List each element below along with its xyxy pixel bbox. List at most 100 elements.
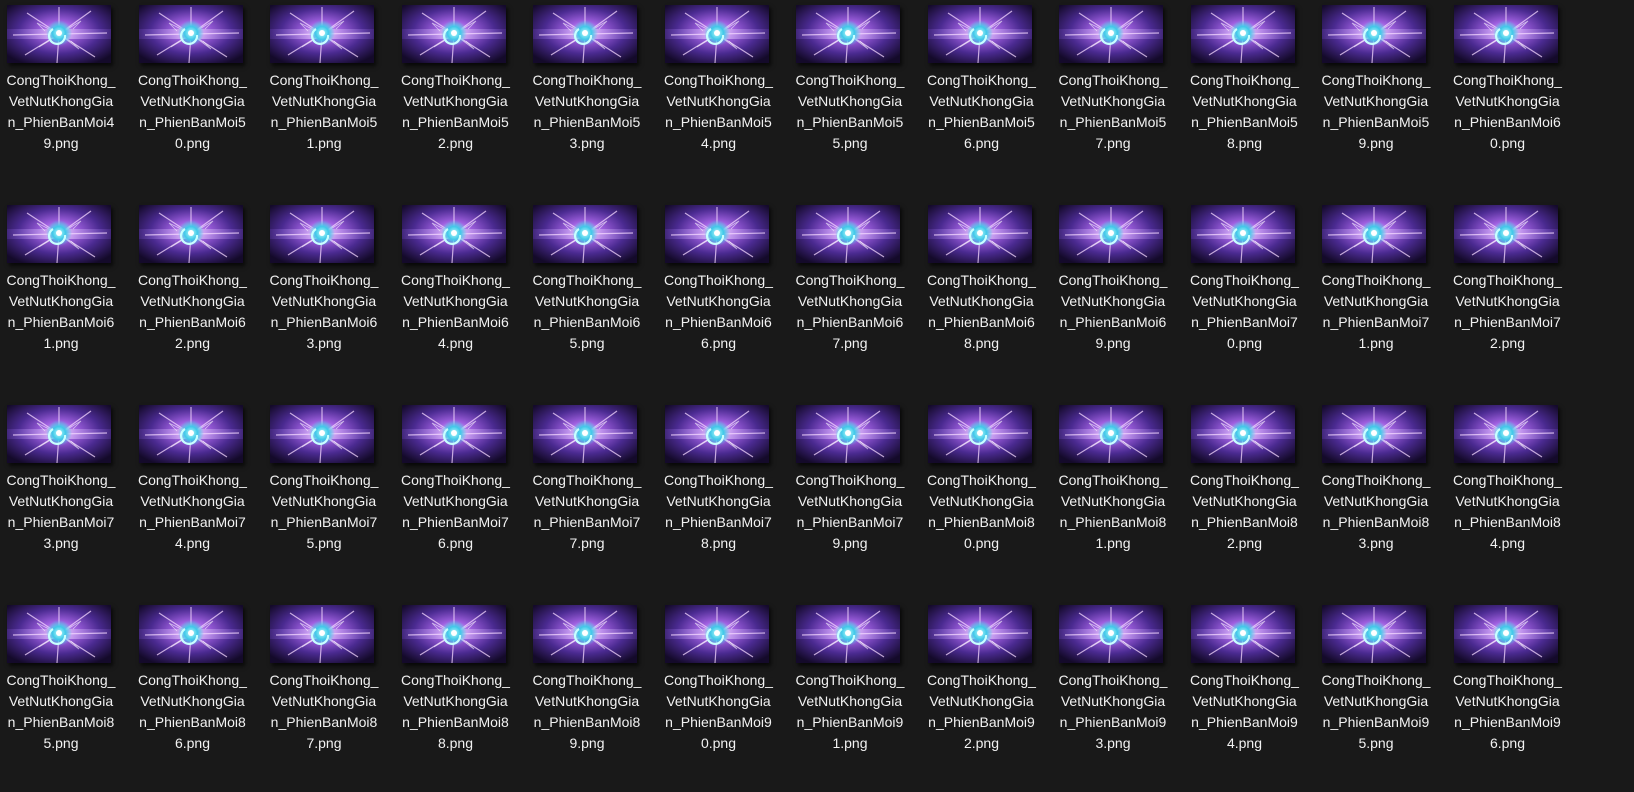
file-name-line: VetNutKhongGia	[1192, 693, 1297, 709]
file-name-line: n_PhienBanMoi7	[1454, 314, 1561, 330]
file-name-line: VetNutKhongGia	[666, 493, 771, 509]
file-item[interactable]: CongThoiKhong_ VetNutKhongGia n_PhienBanMo…	[0, 600, 130, 780]
file-item[interactable]: CongThoiKhong_ VetNutKhongGia n_PhienBanMo…	[395, 0, 525, 180]
file-item[interactable]: CongThoiKhong_ VetNutKhongGia n_PhienBanMo…	[789, 600, 919, 780]
file-name-line: CongThoiKhong_	[401, 672, 510, 688]
file-name-line: n_PhienBanMoi6	[533, 314, 641, 330]
file-name-line: CongThoiKhong_	[269, 672, 379, 688]
file-item[interactable]: CongThoiKhong_ VetNutKhongGia n_PhienBanMo…	[132, 200, 262, 380]
file-name-line: n_PhienBanMoi5	[270, 114, 378, 130]
file-item[interactable]: CongThoiKhong_ VetNutKhongGia n_PhienBanMo…	[789, 400, 919, 580]
file-item[interactable]: CongThoiKhong_ VetNutKhongGia n_PhienBanMo…	[526, 0, 656, 180]
file-name-line: VetNutKhongGia	[666, 293, 771, 309]
file-item[interactable]: CongThoiKhong_ VetNutKhongGia n_PhienBanMo…	[526, 200, 656, 380]
image-thumbnail-icon	[533, 5, 637, 63]
file-name-label: CongThoiKhong_ VetNutKhongGia n_PhienBanMo…	[132, 670, 254, 754]
file-item[interactable]: CongThoiKhong_ VetNutKhongGia n_PhienBanMo…	[263, 600, 393, 780]
file-name-line: CongThoiKhong_	[664, 72, 773, 88]
file-item[interactable]: CongThoiKhong_ VetNutKhongGia n_PhienBanMo…	[789, 0, 919, 180]
file-name-label: CongThoiKhong_ VetNutKhongGia n_PhienBanMo…	[658, 470, 780, 554]
file-item[interactable]: CongThoiKhong_ VetNutKhongGia n_PhienBanMo…	[789, 200, 919, 380]
file-item[interactable]: CongThoiKhong_ VetNutKhongGia n_PhienBanMo…	[132, 600, 262, 780]
file-item[interactable]: CongThoiKhong_ VetNutKhongGia n_PhienBanMo…	[1184, 0, 1314, 180]
file-item[interactable]: CongThoiKhong_ VetNutKhongGia n_PhienBanMo…	[526, 600, 656, 780]
file-item[interactable]: CongThoiKhong_ VetNutKhongGia n_PhienBanMo…	[1184, 200, 1314, 380]
file-name-line: CongThoiKhong_	[1453, 472, 1562, 488]
file-item[interactable]: CongThoiKhong_ VetNutKhongGia n_PhienBanMo…	[658, 200, 788, 380]
file-item[interactable]: CongThoiKhong_ VetNutKhongGia n_PhienBanMo…	[395, 200, 525, 380]
file-name-line: 9.png	[569, 735, 605, 751]
file-item[interactable]: CongThoiKhong_ VetNutKhongGia n_PhienBanMo…	[1315, 200, 1445, 380]
file-item[interactable]: CongThoiKhong_ VetNutKhongGia n_PhienBanMo…	[395, 600, 525, 780]
file-name-label: CongThoiKhong_ VetNutKhongGia n_PhienBanMo…	[921, 470, 1043, 554]
file-name-line: VetNutKhongGia	[8, 493, 114, 509]
file-item[interactable]: CongThoiKhong_ VetNutKhongGia n_PhienBanMo…	[1447, 0, 1577, 180]
image-thumbnail-icon	[796, 205, 900, 263]
file-name-line: n_PhienBanMoi5	[1322, 114, 1430, 130]
file-name-line: CongThoiKhong_	[269, 472, 379, 488]
file-name-line: 9.png	[43, 135, 79, 151]
file-item[interactable]: CongThoiKhong_ VetNutKhongGia n_PhienBanMo…	[0, 0, 130, 180]
file-name-line: n_PhienBanMoi8	[270, 714, 378, 730]
file-item[interactable]: CongThoiKhong_ VetNutKhongGia n_PhienBanMo…	[1447, 200, 1577, 380]
image-thumbnail-icon	[401, 5, 506, 63]
file-item[interactable]: CongThoiKhong_ VetNutKhongGia n_PhienBanMo…	[263, 0, 393, 180]
file-name-label: CongThoiKhong_ VetNutKhongGia n_PhienBanMo…	[1052, 670, 1174, 754]
file-name-label: CongThoiKhong_ VetNutKhongGia n_PhienBanMo…	[1315, 670, 1437, 754]
file-name-line: n_PhienBanMoi8	[928, 514, 1035, 530]
file-name-line: 7.png	[1095, 135, 1131, 151]
file-item[interactable]: CongThoiKhong_ VetNutKhongGia n_PhienBanMo…	[658, 0, 788, 180]
file-item[interactable]: CongThoiKhong_ VetNutKhongGia n_PhienBanMo…	[921, 0, 1051, 180]
file-name-line: n_PhienBanMoi7	[1191, 314, 1298, 330]
file-name-label: CongThoiKhong_ VetNutKhongGia n_PhienBanMo…	[789, 470, 911, 554]
file-item[interactable]: CongThoiKhong_ VetNutKhongGia n_PhienBanMo…	[658, 400, 788, 580]
file-item[interactable]: CongThoiKhong_ VetNutKhongGia n_PhienBanMo…	[132, 400, 262, 580]
file-name-label: CongThoiKhong_ VetNutKhongGia n_PhienBanMo…	[526, 270, 648, 354]
file-name-line: CongThoiKhong_	[1190, 72, 1299, 88]
file-name-label: CongThoiKhong_ VetNutKhongGia n_PhienBanMo…	[1315, 470, 1437, 554]
file-name-line: 9.png	[1095, 335, 1131, 351]
file-name-line: VetNutKhongGia	[1192, 493, 1297, 509]
file-name-line: VetNutKhongGia	[140, 293, 245, 309]
image-thumbnail-icon	[1453, 605, 1558, 663]
file-item[interactable]: CongThoiKhong_ VetNutKhongGia n_PhienBanMo…	[921, 600, 1051, 780]
file-name-line: 2.png	[437, 135, 474, 151]
image-thumbnail-icon	[270, 605, 374, 663]
file-item[interactable]: CongThoiKhong_ VetNutKhongGia n_PhienBanMo…	[921, 400, 1051, 580]
file-name-line: CongThoiKhong_	[1058, 672, 1168, 688]
file-item[interactable]: CongThoiKhong_ VetNutKhongGia n_PhienBanMo…	[1052, 600, 1182, 780]
file-name-label: CongThoiKhong_ VetNutKhongGia n_PhienBanMo…	[526, 70, 648, 154]
file-name-line: 8.png	[1226, 135, 1263, 151]
file-item[interactable]: CongThoiKhong_ VetNutKhongGia n_PhienBanMo…	[263, 400, 393, 580]
file-item[interactable]: CongThoiKhong_ VetNutKhongGia n_PhienBanMo…	[0, 400, 130, 580]
file-name-line: 1.png	[1358, 335, 1394, 351]
file-item[interactable]: CongThoiKhong_ VetNutKhongGia n_PhienBanMo…	[0, 200, 130, 380]
file-item[interactable]: CongThoiKhong_ VetNutKhongGia n_PhienBanMo…	[1052, 400, 1182, 580]
file-name-label: CongThoiKhong_ VetNutKhongGia n_PhienBanMo…	[658, 70, 780, 154]
file-item[interactable]: CongThoiKhong_ VetNutKhongGia n_PhienBanMo…	[1315, 600, 1445, 780]
file-name-line: CongThoiKhong_	[927, 72, 1036, 88]
file-name-line: 3.png	[43, 535, 79, 551]
file-item[interactable]: CongThoiKhong_ VetNutKhongGia n_PhienBanMo…	[1315, 0, 1445, 180]
file-item[interactable]: CongThoiKhong_ VetNutKhongGia n_PhienBanMo…	[658, 600, 788, 780]
file-item[interactable]: CongThoiKhong_ VetNutKhongGia n_PhienBanMo…	[1052, 0, 1182, 180]
file-item[interactable]: CongThoiKhong_ VetNutKhongGia n_PhienBanMo…	[395, 400, 525, 580]
file-name-line: VetNutKhongGia	[534, 493, 640, 509]
file-item[interactable]: CongThoiKhong_ VetNutKhongGia n_PhienBanMo…	[1447, 400, 1577, 580]
file-name-line: n_PhienBanMoi8	[7, 714, 115, 730]
file-item[interactable]: CongThoiKhong_ VetNutKhongGia n_PhienBanMo…	[263, 200, 393, 380]
file-item[interactable]: CongThoiKhong_ VetNutKhongGia n_PhienBanMo…	[1184, 400, 1314, 580]
file-name-line: 4.png	[1226, 735, 1263, 751]
file-item[interactable]: CongThoiKhong_ VetNutKhongGia n_PhienBanMo…	[526, 400, 656, 580]
file-item[interactable]: CongThoiKhong_ VetNutKhongGia n_PhienBanMo…	[1184, 600, 1314, 780]
file-item[interactable]: CongThoiKhong_ VetNutKhongGia n_PhienBanMo…	[1447, 600, 1577, 780]
file-name-label: CongThoiKhong_ VetNutKhongGia n_PhienBanMo…	[789, 670, 911, 754]
file-item[interactable]: CongThoiKhong_ VetNutKhongGia n_PhienBanMo…	[921, 200, 1051, 380]
image-thumbnail-icon	[401, 405, 506, 463]
file-name-line: CongThoiKhong_	[532, 72, 642, 88]
file-item[interactable]: CongThoiKhong_ VetNutKhongGia n_PhienBanMo…	[1052, 200, 1182, 380]
file-item[interactable]: CongThoiKhong_ VetNutKhongGia n_PhienBanMo…	[132, 0, 262, 180]
file-name-label: CongThoiKhong_ VetNutKhongGia n_PhienBanMo…	[0, 670, 122, 754]
file-item[interactable]: CongThoiKhong_ VetNutKhongGia n_PhienBanMo…	[1315, 400, 1445, 580]
file-name-line: n_PhienBanMoi5	[1191, 114, 1298, 130]
